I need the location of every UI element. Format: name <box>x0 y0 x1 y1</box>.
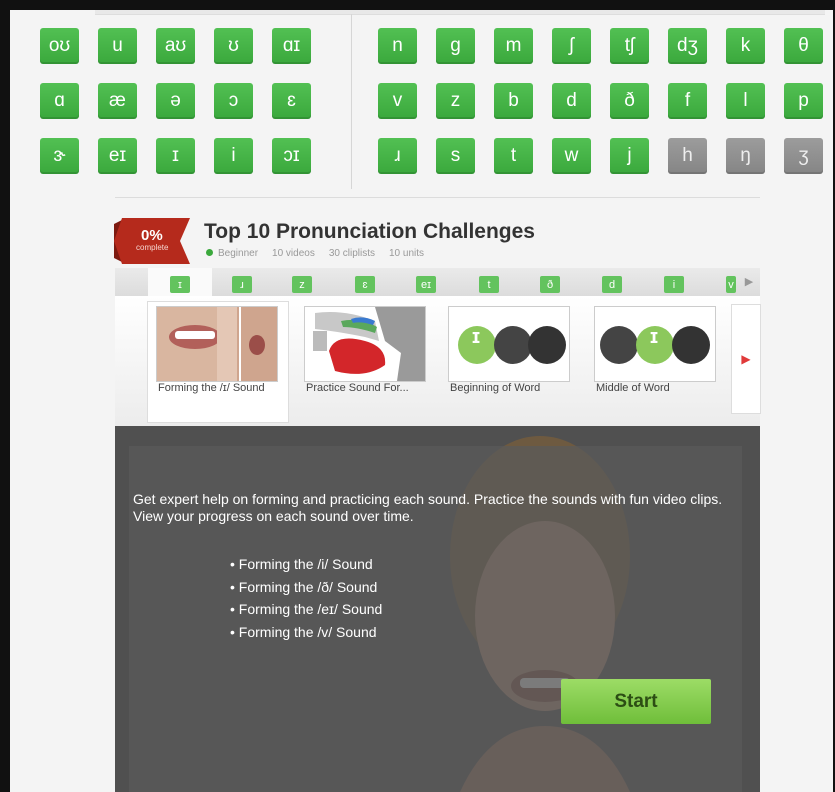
phoneme-key[interactable]: ɔ <box>214 83 253 119</box>
consonant-key-grid: n g m ʃ tʃ dʒ k θ v z b d ð f l p ɹ s t w j h ŋ ʒ <box>378 28 828 193</box>
thumbnail-label: Forming the /ɪ/ Sound <box>158 382 265 394</box>
grid-divider <box>351 14 352 189</box>
phoneme-key[interactable]: ɔɪ <box>272 138 311 174</box>
consonant-row: vzbdðflp <box>378 83 828 119</box>
phoneme-key[interactable]: ɝ <box>40 138 79 174</box>
consonant-row: ɹstwjhŋʒ <box>378 138 828 174</box>
phoneme-key[interactable]: ʃ <box>552 28 591 64</box>
lesson-item: • Forming the /ð/ Sound <box>230 578 378 595</box>
sound-tab[interactable]: ð <box>540 276 560 293</box>
mouth-diagram-thumbnail <box>304 306 426 382</box>
phoneme-key[interactable]: k <box>726 28 765 64</box>
consonant-row: n g m ʃ tʃ dʒ k θ <box>378 28 828 64</box>
sound-tab[interactable]: z <box>292 276 312 293</box>
phoneme-key[interactable]: g <box>436 28 475 64</box>
thumbnails-next-icon[interactable]: ▶ <box>731 304 761 414</box>
thumbnail-label: Middle of Word <box>596 382 670 394</box>
sound-tab[interactable]: v <box>726 276 736 293</box>
vowel-row: ɝ eɪ ɪ i ɔɪ <box>40 138 335 174</box>
phoneme-key[interactable]: s <box>436 138 475 174</box>
sound-symbol: ɪ <box>649 326 659 348</box>
phoneme-key[interactable]: f <box>668 83 707 119</box>
course-units: 10 units <box>388 248 425 259</box>
phoneme-key[interactable]: b <box>494 83 533 119</box>
phoneme-key[interactable]: ʊ <box>214 28 253 64</box>
phoneme-key[interactable]: w <box>552 138 591 174</box>
sound-tab[interactable]: ɛ <box>355 276 375 293</box>
sound-tab[interactable]: d <box>602 276 622 293</box>
progress-percent: 0% <box>141 227 163 244</box>
phoneme-key[interactable]: ɑ <box>40 83 79 119</box>
thumbnail-card-forming[interactable]: Forming the /ɪ/ Sound <box>148 302 288 422</box>
level-indicator: Beginner <box>206 248 258 259</box>
phoneme-key[interactable]: ð <box>610 83 649 119</box>
phoneme-key[interactable]: æ <box>98 83 137 119</box>
lesson-item: • Forming the /eɪ/ Sound <box>230 601 383 617</box>
phoneme-key[interactable]: j <box>610 138 649 174</box>
course-videos: 10 videos <box>272 248 315 259</box>
vowel-key-grid: oʊ u aʊ ʊ ɑɪ ɑ æ ə ɔ ɛ ɝ eɪ ɪ i ɔɪ <box>40 28 335 193</box>
sound-tab[interactable]: ɪ <box>170 276 190 293</box>
phoneme-key[interactable]: ɛ <box>272 83 311 119</box>
phoneme-key[interactable]: ə <box>156 83 195 119</box>
lesson-item: • Forming the /v/ Sound <box>230 623 377 640</box>
level-dot-icon <box>206 249 213 256</box>
phoneme-key[interactable]: θ <box>784 28 823 64</box>
top-strip <box>95 10 825 15</box>
vowel-row: oʊ u aʊ ʊ ɑɪ <box>40 28 335 64</box>
thumbnail-label: Practice Sound For... <box>306 382 409 394</box>
phoneme-key[interactable]: dʒ <box>668 28 707 64</box>
phoneme-key[interactable]: ɹ <box>378 138 417 174</box>
phoneme-key[interactable]: n <box>378 28 417 64</box>
phoneme-key[interactable]: u <box>98 28 137 64</box>
phoneme-key[interactable]: l <box>726 83 765 119</box>
thumbnail-card-practice[interactable]: Practice Sound For... <box>296 302 436 422</box>
phoneme-key[interactable]: tʃ <box>610 28 649 64</box>
phoneme-key[interactable]: p <box>784 83 823 119</box>
phoneme-key[interactable]: t <box>494 138 533 174</box>
thumbnail-label: Beginning of Word <box>450 382 541 394</box>
phoneme-key[interactable]: aʊ <box>156 28 195 64</box>
lesson-list: • Forming the /i/ Sound • Forming the /ð… <box>230 556 382 646</box>
sound-tab[interactable]: i <box>664 276 684 293</box>
course-title: Top 10 Pronunciation Challenges <box>204 220 535 243</box>
progress-label: complete <box>136 243 169 252</box>
phoneme-key[interactable]: ŋ <box>726 138 765 174</box>
phoneme-key[interactable]: d <box>552 83 591 119</box>
progress-badge: 0% complete <box>114 218 190 264</box>
course-meta: Beginner 10 videos 30 cliplists 10 units <box>206 248 424 259</box>
course-cliplists: 30 cliplists <box>328 248 375 259</box>
lesson-item: • Forming the /i/ Sound <box>230 556 373 572</box>
start-button[interactable]: Start <box>561 679 711 724</box>
sound-tab[interactable]: eɪ <box>416 276 436 293</box>
tab-scroll-right-icon[interactable]: ▶ <box>741 270 757 292</box>
thumbnail-card-beginning[interactable]: ɪ Beginning of Word <box>440 302 580 422</box>
course-level: Beginner <box>218 248 259 259</box>
phoneme-key[interactable]: oʊ <box>40 28 79 64</box>
vowel-row: ɑæəɔɛ <box>40 83 335 119</box>
course-description: Get expert help on forming and practicin… <box>133 491 723 524</box>
phoneme-key[interactable]: h <box>668 138 707 174</box>
phoneme-key[interactable]: ɪ <box>156 138 195 174</box>
forming-video-thumbnail <box>156 306 278 382</box>
phoneme-key[interactable]: z <box>436 83 475 119</box>
phoneme-key[interactable]: eɪ <box>98 138 137 174</box>
sound-symbol: ɪ <box>471 326 481 348</box>
sound-tab[interactable]: ɹ <box>232 276 252 293</box>
sound-tab[interactable]: t <box>479 276 499 293</box>
section-divider <box>115 197 760 198</box>
phoneme-key[interactable]: m <box>494 28 533 64</box>
phoneme-key[interactable]: i <box>214 138 253 174</box>
thumbnail-card-middle[interactable]: ɪ Middle of Word <box>586 302 726 422</box>
phoneme-key[interactable]: ɑɪ <box>272 28 311 64</box>
phoneme-key[interactable]: v <box>378 83 417 119</box>
phoneme-key[interactable]: ʒ <box>784 138 823 174</box>
